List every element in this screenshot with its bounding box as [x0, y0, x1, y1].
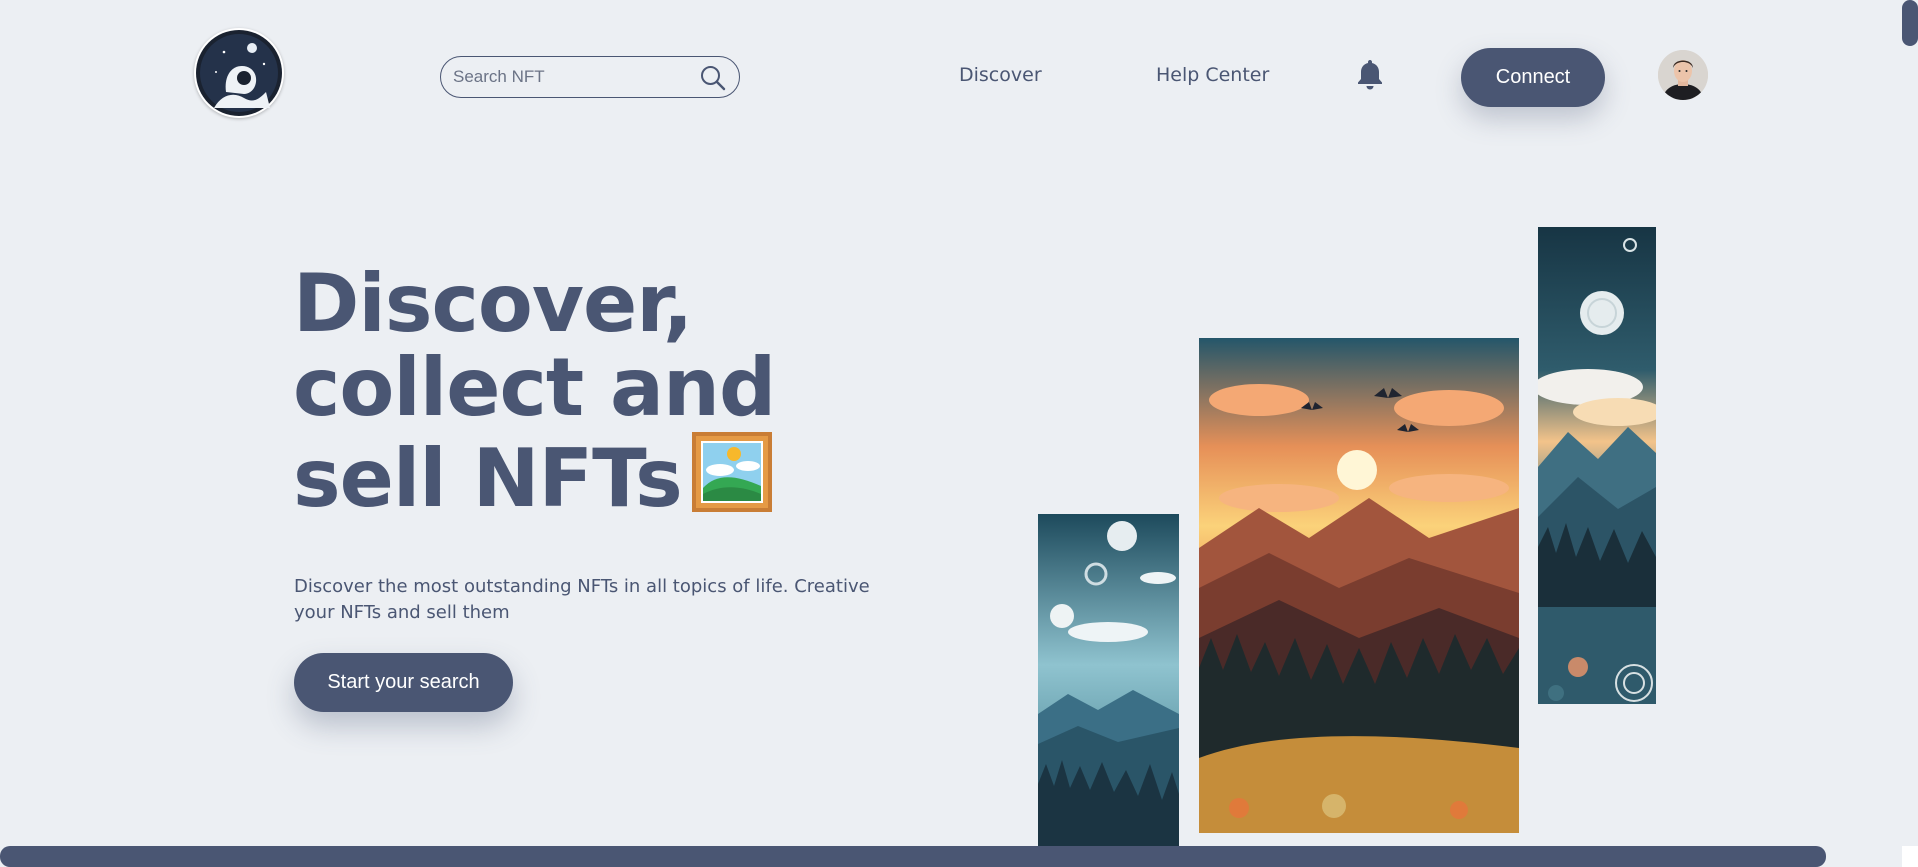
hero-title-line-3: sell NFTs	[293, 430, 933, 521]
page: Discover Help Center Connect Discover, c…	[0, 0, 1918, 867]
hero-title-line-3-text: sell NFTs	[293, 432, 683, 525]
misty-forest-artwork[interactable]	[1038, 514, 1179, 850]
bell-icon[interactable]	[1356, 58, 1384, 90]
vertical-scrollbar[interactable]	[1902, 0, 1918, 46]
connect-button[interactable]: Connect	[1461, 48, 1605, 107]
hero-title-line-2: collect and	[293, 341, 776, 434]
user-avatar[interactable]	[1658, 50, 1708, 100]
scrollbar-corner	[1902, 846, 1918, 867]
sunset-mountains-artwork[interactable]	[1199, 338, 1519, 833]
astronaut-logo-icon[interactable]	[194, 28, 284, 118]
horizontal-scrollbar[interactable]	[0, 846, 1826, 867]
nav-help-center[interactable]: Help Center	[1156, 64, 1269, 86]
start-search-button[interactable]: Start your search	[294, 653, 513, 712]
search-icon[interactable]	[699, 64, 727, 92]
search-input[interactable]	[441, 66, 695, 88]
nav-discover[interactable]: Discover	[959, 64, 1042, 86]
hero-title: Discover, collect and sell NFTs	[293, 262, 933, 521]
moon-mountains-artwork[interactable]	[1538, 227, 1656, 704]
framed-picture-icon	[691, 432, 772, 512]
hero-title-line-1: Discover,	[293, 257, 693, 350]
hero-subtitle: Discover the most outstanding NFTs in al…	[294, 576, 870, 623]
search-box[interactable]	[440, 56, 740, 98]
